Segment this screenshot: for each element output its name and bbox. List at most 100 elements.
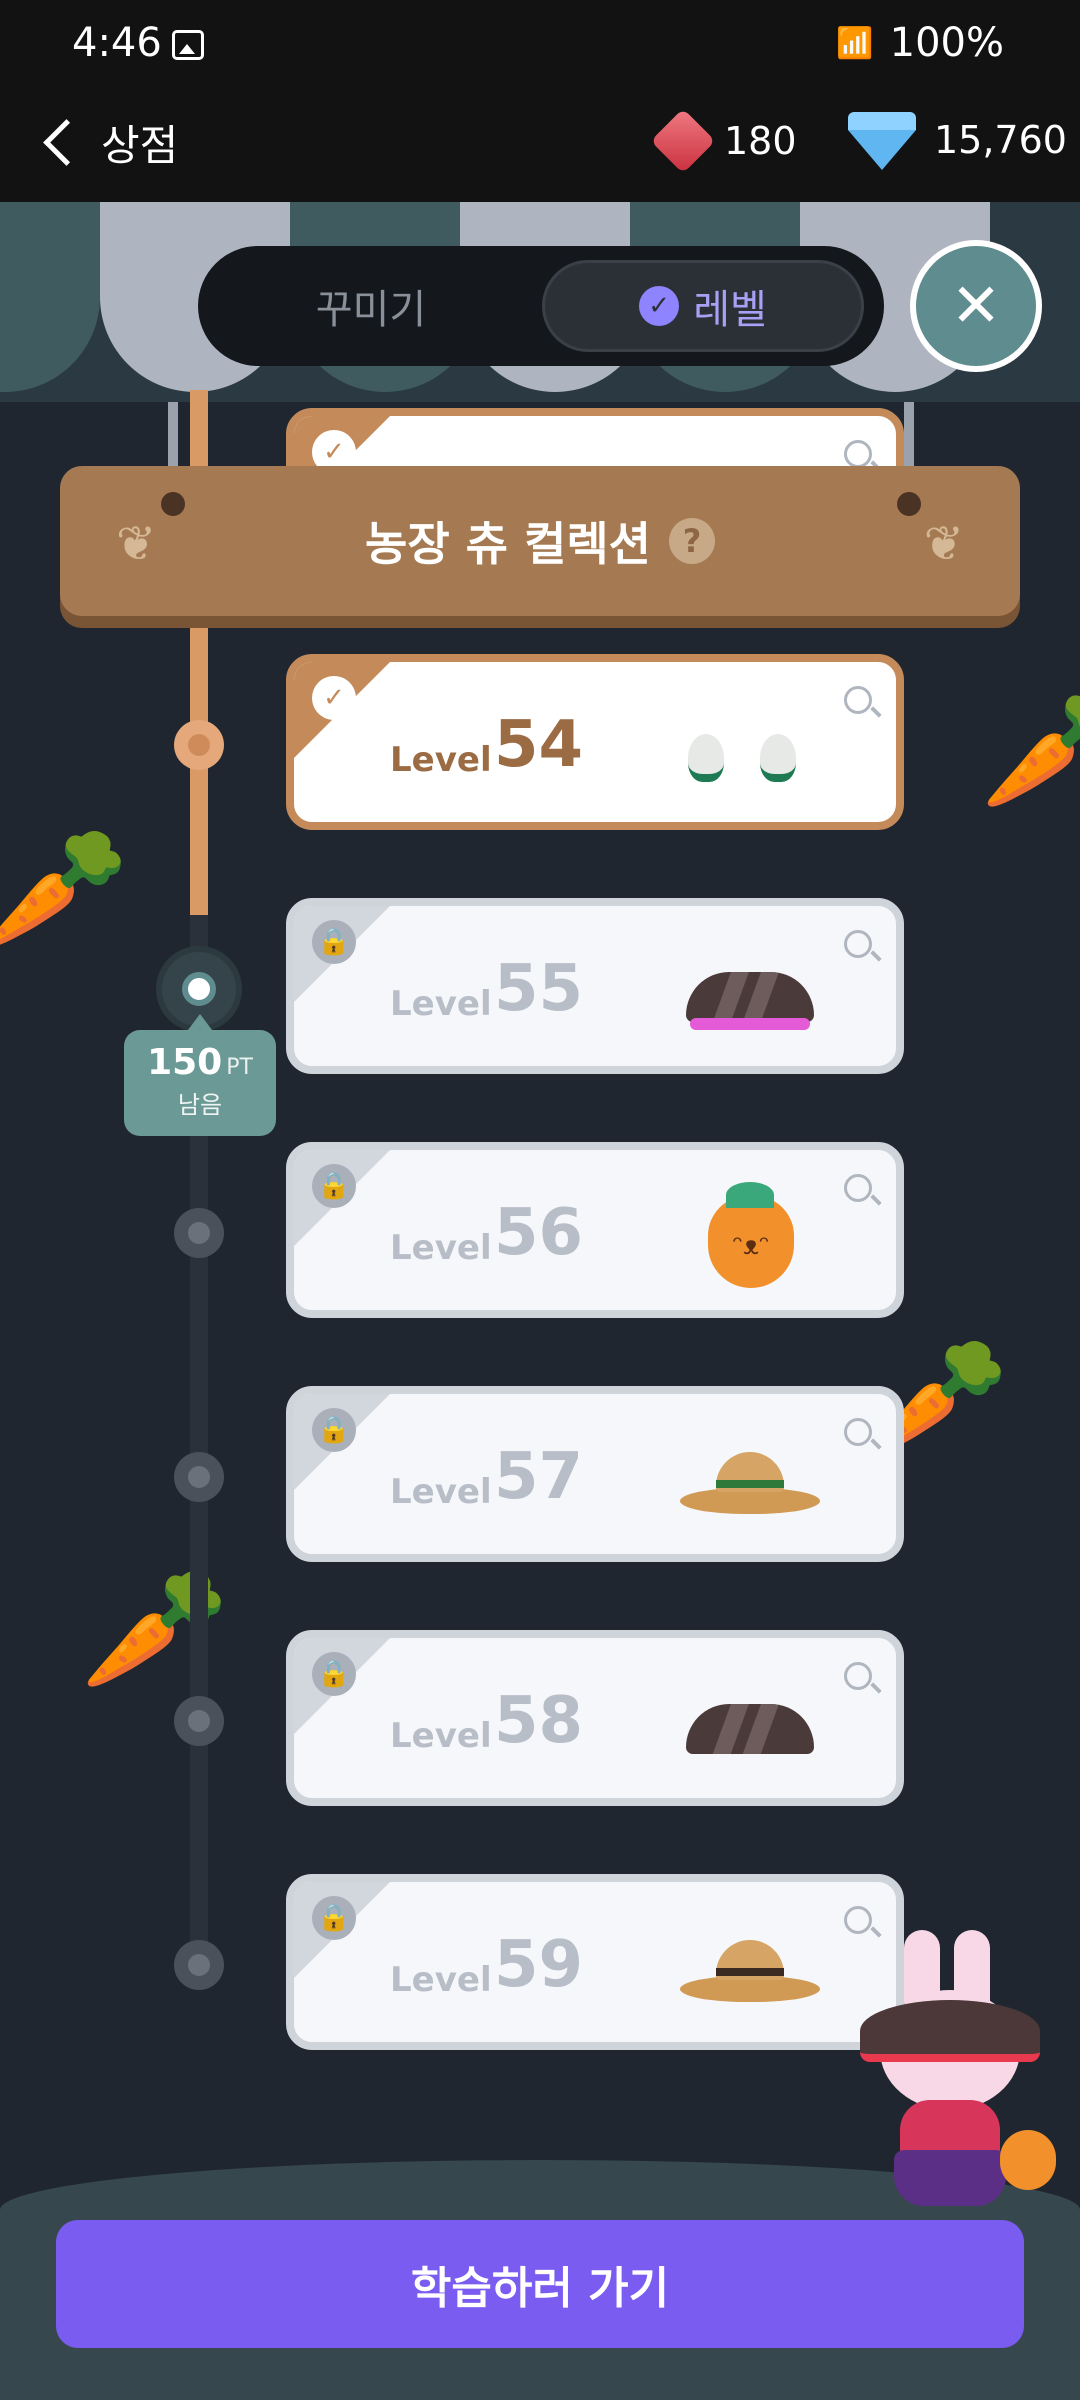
leaf-icon: ❦ [923, 516, 964, 572]
search-icon[interactable] [844, 440, 872, 468]
ruby-icon [650, 108, 716, 174]
tab-decorate-label: 꾸미기 [315, 287, 427, 333]
points-remaining-badge: 150 PT 남음 [124, 1014, 276, 1136]
mini-carrot-icon [1000, 2130, 1056, 2190]
lock-icon: 🔒 [312, 920, 356, 964]
straw-hat-brown-icon [680, 1924, 820, 2014]
diamond-icon [848, 112, 916, 170]
level-card-54[interactable]: ✓ Level 54 [286, 654, 904, 830]
search-icon[interactable] [844, 1174, 872, 1202]
node-dot [188, 1466, 210, 1488]
level-card-59[interactable]: 🔒 Level 59 [286, 1874, 904, 2050]
back-label: 상점 [101, 121, 179, 170]
level-node-59 [174, 1940, 224, 1990]
search-icon[interactable] [844, 930, 872, 958]
level-number: 57 [494, 1440, 584, 1514]
level-number: 58 [494, 1684, 584, 1758]
go-study-label: 학습하러 가기 [410, 2263, 670, 2314]
brown-visor-icon [680, 1680, 820, 1770]
level-node-58 [174, 1696, 224, 1746]
earrings-icon [680, 704, 820, 794]
tab-decorate[interactable]: 꾸미기 [210, 260, 532, 352]
tab-level[interactable]: ✓ 레벨 [542, 260, 864, 352]
chevron-left-icon [43, 119, 90, 166]
level-node-56 [174, 1208, 224, 1258]
points-unit: PT [226, 1055, 253, 1080]
carrot-body: ᵔᴥᵔ [708, 1182, 794, 1288]
battery-level: 100% [889, 20, 1004, 66]
carrot-leaf [726, 1182, 774, 1208]
hat-band [716, 1480, 784, 1488]
earring-right [760, 734, 796, 782]
level-number: 54 [494, 708, 584, 782]
level-word: Level [390, 1716, 492, 1756]
image-icon [172, 30, 204, 60]
visor-shape [686, 1704, 814, 1754]
lock-icon: 🔒 [312, 1408, 356, 1452]
leaf-icon: ❦ [116, 516, 157, 572]
status-time: 4:46 [72, 20, 162, 66]
collection-banner: ❦ 농장 츄 컬렉션 ? ❦ [60, 466, 1020, 616]
node-dot [188, 1222, 210, 1244]
bunny-visor [860, 2000, 1040, 2062]
pink-visor-icon [680, 948, 820, 1038]
diamond-balance[interactable]: 15,760 [848, 112, 1067, 170]
app-header: 상점 180 15,760 [0, 90, 1080, 202]
visor-gloss [709, 972, 749, 1022]
visor-shape [686, 972, 814, 1022]
visor-gloss [709, 1704, 749, 1754]
close-button[interactable]: ✕ [910, 240, 1042, 372]
level-word: Level [390, 1960, 492, 2000]
level-word: Level [390, 1472, 492, 1512]
carrot-charm-icon: ᵔᴥᵔ [680, 1170, 820, 1300]
carrot-face: ᵔᴥᵔ [732, 1231, 770, 1261]
diamond-count: 15,760 [934, 118, 1067, 162]
lock-icon: 🔒 [312, 1652, 356, 1696]
points-value-row: 150 PT [124, 1042, 276, 1083]
check-circle-icon: ✓ [639, 286, 680, 326]
node-dot [188, 1954, 210, 1976]
level-card-57[interactable]: 🔒 Level 57 [286, 1386, 904, 1562]
banner-pin [897, 492, 921, 516]
node-dot [188, 1710, 210, 1732]
points-remaining-label: 남음 [177, 1091, 223, 1119]
help-icon[interactable]: ? [668, 518, 715, 564]
status-right: 📶 100% [836, 20, 1004, 66]
node-dot [182, 972, 216, 1006]
level-node-57 [174, 1452, 224, 1502]
go-study-button[interactable]: 학습하러 가기 [56, 2220, 1024, 2348]
lock-icon: 🔒 [312, 1164, 356, 1208]
search-icon[interactable] [844, 686, 872, 714]
background-carrot-icon: 🥕 [0, 820, 130, 959]
level-node-54 [174, 720, 224, 770]
search-icon[interactable] [844, 1418, 872, 1446]
hat-band [716, 1968, 784, 1976]
level-card-56[interactable]: 🔒 Level 56 ᵔᴥᵔ [286, 1142, 904, 1318]
back-button[interactable]: 상점 [34, 112, 178, 173]
wifi-signal-icon: 📶 [836, 25, 876, 61]
close-icon: ✕ [950, 271, 1002, 341]
banner-pin [161, 492, 185, 516]
awning-stripe [0, 202, 100, 392]
ruby-balance[interactable]: 180 [650, 108, 797, 174]
lock-icon: 🔒 [312, 1896, 356, 1940]
level-number: 55 [494, 952, 584, 1026]
status-bar: 4:46 📶 100% [0, 0, 1080, 90]
search-icon[interactable] [844, 1662, 872, 1690]
level-word: Level [390, 740, 492, 780]
bunny-skirt [894, 2150, 1006, 2206]
level-word: Level [390, 1228, 492, 1268]
background-carrot-icon: 🥕 [980, 680, 1080, 819]
tab-level-label: 레벨 [693, 287, 767, 333]
level-number: 56 [494, 1196, 584, 1270]
level-number: 59 [494, 1928, 584, 2002]
level-card-58[interactable]: 🔒 Level 58 [286, 1630, 904, 1806]
collection-title: 농장 츄 컬렉션 [365, 517, 651, 571]
visor-rim [690, 1018, 810, 1030]
level-card-55[interactable]: 🔒 Level 55 [286, 898, 904, 1074]
node-dot [188, 734, 210, 756]
level-word: Level [390, 984, 492, 1024]
ruby-count: 180 [724, 119, 797, 163]
earring-left [688, 734, 724, 782]
check-badge-icon: ✓ [312, 676, 356, 720]
